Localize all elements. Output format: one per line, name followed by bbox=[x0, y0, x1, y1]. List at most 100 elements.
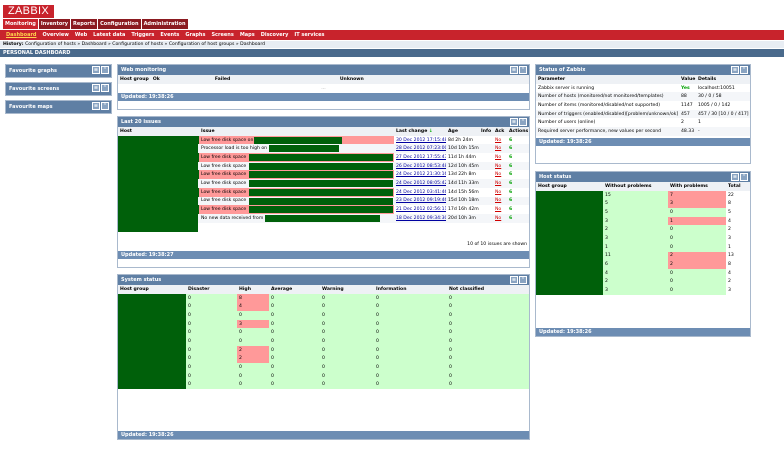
issue-cell[interactable]: Low free disk space bbox=[199, 187, 394, 197]
ack-link[interactable]: No bbox=[493, 188, 507, 197]
host-group-cell[interactable] bbox=[118, 337, 186, 346]
collapse-icon[interactable]: ⌃ bbox=[101, 66, 109, 74]
ack-link[interactable]: No bbox=[493, 170, 507, 179]
actions-cell[interactable]: 6 bbox=[507, 196, 529, 206]
menu-icon[interactable]: ≡ bbox=[510, 276, 518, 284]
ack-link[interactable]: No bbox=[493, 213, 507, 223]
menu-monitoring[interactable]: Monitoring bbox=[3, 19, 39, 29]
actions-cell[interactable]: 6 bbox=[507, 179, 529, 188]
submenu-latest-data[interactable]: Latest data bbox=[90, 30, 128, 40]
submenu-screens[interactable]: Screens bbox=[208, 30, 236, 40]
issue-cell[interactable]: Low free disk space bbox=[199, 196, 394, 206]
history-path[interactable]: Configuration of hosts » Dashboard » Con… bbox=[25, 42, 265, 47]
submenu-discovery[interactable]: Discovery bbox=[258, 30, 292, 40]
collapse-icon[interactable]: ⌃ bbox=[519, 276, 527, 284]
ack-link[interactable]: No bbox=[493, 144, 507, 154]
ack-link[interactable]: No bbox=[493, 161, 507, 171]
host-group-cell[interactable] bbox=[118, 354, 186, 364]
favourite-graphs-title[interactable]: Favourite graphs bbox=[9, 68, 57, 74]
collapse-icon[interactable]: ⌃ bbox=[740, 66, 748, 74]
host-group-cell[interactable] bbox=[118, 311, 186, 320]
collapse-icon[interactable]: ⌃ bbox=[101, 84, 109, 92]
submenu-maps[interactable]: Maps bbox=[237, 30, 258, 40]
last-change-link[interactable]: 18 Dec 2012 09:34:30 bbox=[394, 213, 446, 223]
actions-cell[interactable]: 6 bbox=[507, 213, 529, 223]
menu-icon[interactable]: ≡ bbox=[510, 66, 518, 74]
menu-icon[interactable]: ≡ bbox=[92, 66, 100, 74]
host-group-cell[interactable] bbox=[118, 328, 186, 338]
last-change-link[interactable]: 26 Dec 2012 08:53:48 bbox=[394, 161, 446, 171]
actions-cell[interactable]: 6 bbox=[507, 161, 529, 171]
col-last-change[interactable]: Last change ↓ bbox=[394, 127, 446, 136]
issue-cell[interactable]: Low free disk space bbox=[199, 153, 394, 162]
host-group-cell[interactable] bbox=[118, 319, 186, 329]
issue-cell[interactable]: Low free disk space bbox=[199, 161, 394, 171]
host-group-cell[interactable] bbox=[118, 371, 186, 381]
host-group-cell[interactable] bbox=[536, 199, 603, 209]
submenu-events[interactable]: Events bbox=[157, 30, 182, 40]
issue-cell[interactable]: Low free disk space bbox=[199, 170, 394, 180]
submenu-overview[interactable]: Overview bbox=[40, 30, 72, 40]
host-group-cell[interactable] bbox=[118, 345, 186, 355]
host-group-cell[interactable] bbox=[536, 242, 603, 252]
last-change-link[interactable]: 24 Dec 2012 08:05:42 bbox=[394, 179, 446, 188]
host-group-cell[interactable] bbox=[118, 363, 186, 372]
menu-inventory[interactable]: Inventory bbox=[38, 19, 72, 29]
menu-icon[interactable]: ≡ bbox=[92, 84, 100, 92]
menu-icon[interactable]: ≡ bbox=[731, 66, 739, 74]
collapse-icon[interactable]: ⌃ bbox=[101, 102, 109, 110]
actions-cell[interactable]: 6 bbox=[507, 188, 529, 197]
favourite-maps-title[interactable]: Favourite maps bbox=[9, 104, 53, 110]
last-change-link[interactable]: 27 Dec 2012 17:55:47 bbox=[394, 153, 446, 162]
last-change-link[interactable]: 28 Dec 2012 07:23:00 bbox=[394, 144, 446, 154]
last-change-link[interactable]: 30 Dec 2012 17:15:48 bbox=[394, 136, 446, 145]
menu-configuration[interactable]: Configuration bbox=[98, 19, 142, 29]
last-change-link[interactable]: 24 Dec 2012 03:41:46 bbox=[394, 188, 446, 197]
actions-cell[interactable]: 6 bbox=[507, 205, 529, 214]
host-group-cell[interactable] bbox=[536, 286, 603, 295]
actions-cell[interactable]: 6 bbox=[507, 144, 529, 154]
host-group-cell[interactable] bbox=[118, 293, 186, 303]
host-group-cell[interactable] bbox=[536, 225, 603, 235]
menu-icon[interactable]: ≡ bbox=[92, 102, 100, 110]
submenu-graphs[interactable]: Graphs bbox=[182, 30, 208, 40]
host-group-cell[interactable] bbox=[536, 251, 603, 261]
submenu-dashboard[interactable]: Dashboard bbox=[3, 30, 40, 40]
actions-cell[interactable]: 6 bbox=[507, 136, 529, 145]
issue-cell[interactable]: Low free disk space bbox=[199, 205, 394, 214]
host-group-cell[interactable] bbox=[536, 208, 603, 217]
host-group-cell[interactable] bbox=[536, 260, 603, 269]
menu-icon[interactable]: ≡ bbox=[731, 173, 739, 181]
issue-cell[interactable]: No new data received from bbox=[199, 213, 394, 223]
collapse-icon[interactable]: ⌃ bbox=[519, 66, 527, 74]
collapse-icon[interactable]: ⌃ bbox=[519, 118, 527, 126]
last-change-link[interactable]: 24 Dec 2012 21:30:16 bbox=[394, 170, 446, 179]
menu-administration[interactable]: Administration bbox=[141, 19, 189, 29]
submenu-triggers[interactable]: Triggers bbox=[128, 30, 157, 40]
submenu-web[interactable]: Web bbox=[72, 30, 90, 40]
ack-link[interactable]: No bbox=[493, 205, 507, 214]
host-group-cell[interactable] bbox=[536, 277, 603, 287]
issue-cell[interactable]: Processor load is too high on bbox=[199, 144, 394, 154]
issue-cell[interactable]: Low free disk space on bbox=[199, 135, 394, 145]
ack-link[interactable]: No bbox=[493, 196, 507, 206]
last-change-link[interactable]: 23 Dec 2012 09:19:46 bbox=[394, 196, 446, 206]
ack-link[interactable]: No bbox=[493, 179, 507, 188]
host-group-cell[interactable] bbox=[536, 216, 603, 226]
actions-cell[interactable]: 6 bbox=[507, 153, 529, 162]
favourite-screens-title[interactable]: Favourite screens bbox=[9, 86, 59, 92]
menu-icon[interactable]: ≡ bbox=[510, 118, 518, 126]
host-group-cell[interactable] bbox=[118, 302, 186, 312]
ack-link[interactable]: No bbox=[493, 153, 507, 162]
zabbix-logo[interactable]: ZABBIX bbox=[3, 5, 54, 18]
host-group-cell[interactable] bbox=[536, 190, 603, 200]
last-change-link[interactable]: 21 Dec 2012 02:56:11 bbox=[394, 205, 446, 214]
host-group-cell[interactable] bbox=[118, 380, 186, 390]
submenu-it-services[interactable]: IT services bbox=[291, 30, 327, 40]
host-group-cell[interactable] bbox=[536, 268, 603, 278]
issue-cell[interactable]: Low free disk space bbox=[199, 179, 394, 188]
host-group-cell[interactable] bbox=[536, 234, 603, 243]
ack-link[interactable]: No bbox=[493, 136, 507, 145]
actions-cell[interactable]: 6 bbox=[507, 170, 529, 179]
collapse-icon[interactable]: ⌃ bbox=[740, 173, 748, 181]
